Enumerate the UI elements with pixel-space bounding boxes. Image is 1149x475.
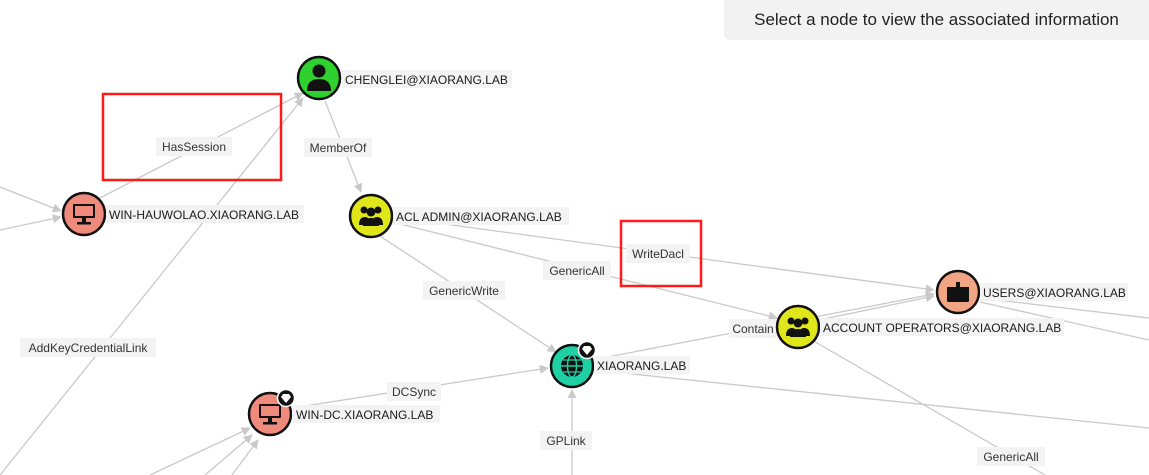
edge-label-addkeycredentiallink[interactable]: AddKeyCredentialLink: [20, 338, 156, 357]
node-label: USERS@XIAORANG.LAB: [983, 286, 1126, 300]
node-label: XIAORANG.LAB: [597, 359, 686, 373]
edge-label-text: MemberOf: [310, 141, 367, 155]
info-panel-text: Select a node to view the associated inf…: [754, 10, 1119, 29]
node-win-hauwolao[interactable]: WIN-HAUWOLAO.XIAORANG.LAB: [61, 191, 304, 237]
edge-label-gplink[interactable]: GPLink: [540, 431, 592, 450]
edge-label-text: GenericAll: [549, 264, 604, 278]
edge-offscreen-hauwolao-1[interactable]: [0, 186, 62, 213]
node-label: WIN-HAUWOLAO.XIAORANG.LAB: [109, 208, 299, 222]
node-label: ACL ADMIN@XIAORANG.LAB: [396, 210, 562, 224]
node-users[interactable]: USERS@XIAORANG.LAB: [935, 269, 1128, 315]
gem-icon: [577, 340, 597, 360]
edge-label-contain[interactable]: Contain: [729, 319, 777, 338]
edge-label-genericall-2[interactable]: GenericAll: [977, 447, 1045, 466]
edge-label-text: AddKeyCredentialLink: [29, 341, 149, 355]
edge-label-genericwrite[interactable]: GenericWrite: [423, 281, 505, 300]
edge-offscreen-windc-2[interactable]: [204, 434, 253, 475]
edge-label-text: GenericAll: [983, 450, 1038, 464]
node-label: ACCOUNT OPERATORS@XIAORANG.LAB: [823, 321, 1061, 335]
edge-label-text: GPLink: [546, 434, 586, 448]
edge-label-dcsync[interactable]: DCSync: [387, 382, 441, 401]
edge-label-writedacl[interactable]: WriteDacl: [626, 244, 690, 263]
edge-label-text: Contain: [732, 322, 773, 336]
edge-label-text: HasSession: [162, 140, 226, 154]
node-account-operators[interactable]: ACCOUNT OPERATORS@XIAORANG.LAB: [775, 304, 1064, 350]
edge-label-hassession[interactable]: HasSession: [156, 137, 232, 156]
node-chenglei[interactable]: CHENGLEI@XIAORANG.LAB: [296, 55, 512, 101]
container-icon: [947, 282, 969, 302]
gem-icon: [276, 388, 296, 408]
edge-offscreen-hauwolao-2[interactable]: [0, 214, 62, 231]
edge-offscreen-windc-1[interactable]: [149, 427, 251, 475]
edge-offscreen-windc-3[interactable]: [231, 439, 259, 475]
edge-label-text: WriteDacl: [632, 247, 684, 261]
edge-accountops-users[interactable]: [818, 293, 935, 321]
info-panel: Select a node to view the associated inf…: [724, 0, 1149, 40]
edge-label-text: GenericWrite: [429, 284, 499, 298]
edge-label-text: DCSync: [392, 385, 436, 399]
node-label: CHENGLEI@XIAORANG.LAB: [345, 73, 508, 87]
edge-labels: HasSession MemberOf WriteDacl GenericAll…: [20, 137, 1045, 466]
edge-label-genericall-1[interactable]: GenericAll: [543, 261, 611, 280]
edge-label-memberof[interactable]: MemberOf: [304, 138, 372, 157]
node-domain-xiaorang[interactable]: XIAORANG.LAB: [549, 340, 690, 389]
globe-icon: [561, 354, 583, 378]
graph-canvas[interactable]: HasSession MemberOf WriteDacl GenericAll…: [0, 0, 1149, 475]
edge-domain-offscreen[interactable]: [593, 369, 1149, 429]
node-acl-admin[interactable]: ACL ADMIN@XIAORANG.LAB: [348, 193, 569, 239]
node-label: WIN-DC.XIAORANG.LAB: [296, 408, 433, 422]
